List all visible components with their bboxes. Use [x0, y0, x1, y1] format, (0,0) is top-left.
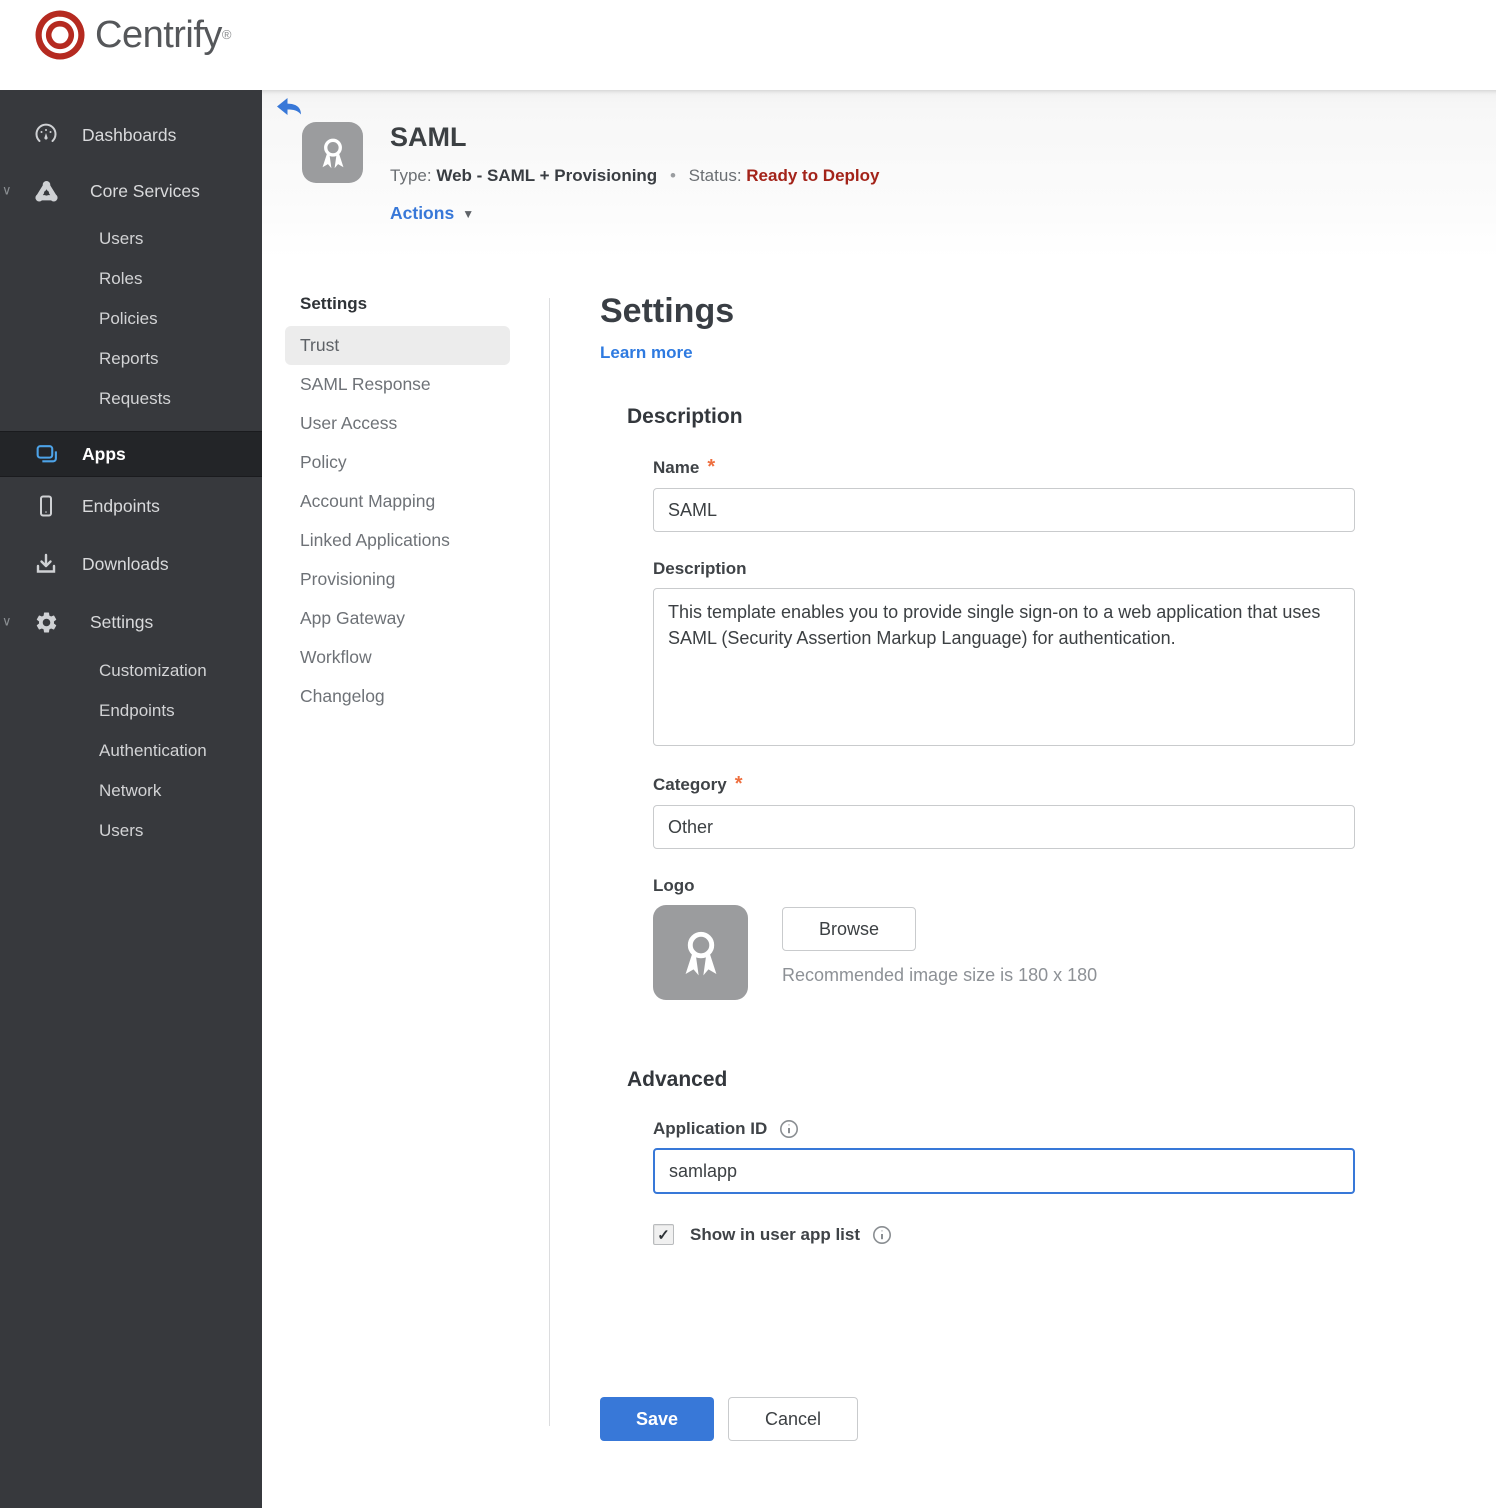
sidebar-item-dashboards[interactable]: Dashboards: [0, 107, 262, 163]
content-area: Settings Trust SAML Response User Access…: [262, 258, 1496, 1508]
status-label: Status:: [688, 166, 742, 185]
sidebar-item-label: Apps: [82, 443, 126, 464]
description-label: Description: [653, 559, 747, 578]
sidebar-item-downloads[interactable]: Downloads: [0, 535, 262, 593]
sidebar-item-label: Dashboards: [82, 124, 177, 145]
sidebar-item-network[interactable]: Network: [0, 771, 262, 811]
sidebar-item-label: Core Services: [90, 180, 200, 201]
type-label: Type:: [390, 166, 432, 185]
sidebar: Dashboards ∨ Core Services Users Roles P…: [0, 90, 262, 1508]
download-icon: [33, 551, 59, 577]
show-in-user-app-list-label: Show in user app list: [690, 1224, 861, 1244]
centrify-swirl-icon: [35, 10, 85, 60]
required-asterisk: *: [734, 773, 743, 795]
browse-button[interactable]: Browse: [782, 907, 916, 951]
actions-dropdown[interactable]: Actions ▼: [390, 203, 879, 224]
brand-name: Centrify: [95, 13, 222, 56]
info-icon[interactable]: [872, 1225, 892, 1245]
category-input[interactable]: [653, 805, 1355, 849]
centrify-logo: Centrify ®: [33, 8, 232, 62]
top-bar: Centrify ®: [0, 0, 1496, 90]
nav-item-policy[interactable]: Policy: [285, 443, 510, 482]
sidebar-item-reports[interactable]: Reports: [0, 339, 262, 379]
sidebar-item-core-services[interactable]: ∨ Core Services: [0, 163, 262, 219]
type-value: Web - SAML + Provisioning: [436, 166, 658, 185]
sidebar-item-label: Downloads: [82, 553, 169, 574]
page-title: Settings: [600, 292, 735, 330]
application-id-label: Application ID: [653, 1119, 1496, 1139]
sidebar-item-endpoints[interactable]: Endpoints: [0, 477, 262, 535]
advanced-section-header: Advanced: [627, 1068, 728, 1091]
app-logo-thumbnail: [302, 122, 363, 183]
actions-label: Actions: [390, 203, 455, 223]
sidebar-item-settings-endpoints[interactable]: Endpoints: [0, 691, 262, 731]
sidebar-item-settings[interactable]: ∨ Settings: [0, 593, 262, 651]
core-services-icon: [33, 178, 59, 204]
endpoints-device-icon: [33, 493, 59, 519]
cancel-button[interactable]: Cancel: [728, 1397, 858, 1441]
save-button[interactable]: Save: [600, 1397, 714, 1441]
nav-item-changelog[interactable]: Changelog: [285, 677, 510, 716]
name-label: Name *: [653, 456, 716, 478]
nav-item-app-gateway[interactable]: App Gateway: [285, 599, 510, 638]
app-header: SAML Type: Web - SAML + Provisioning • S…: [262, 90, 1496, 258]
sidebar-item-policies[interactable]: Policies: [0, 299, 262, 339]
status-value: Ready to Deploy: [746, 166, 880, 185]
caret-down-icon: ▼: [462, 206, 475, 221]
sidebar-item-requests[interactable]: Requests: [0, 379, 262, 419]
sidebar-item-customization[interactable]: Customization: [0, 651, 262, 691]
show-in-user-app-list-checkbox[interactable]: ✓: [653, 1224, 674, 1245]
brand-registered-mark: ®: [221, 27, 232, 42]
sidebar-item-settings-users[interactable]: Users: [0, 811, 262, 851]
nav-item-user-access[interactable]: User Access: [285, 404, 510, 443]
nav-item-saml-response[interactable]: SAML Response: [285, 365, 510, 404]
description-textarea[interactable]: This template enables you to provide sin…: [653, 588, 1355, 746]
main-region: SAML Type: Web - SAML + Provisioning • S…: [262, 90, 1496, 1508]
category-label: Category *: [653, 773, 743, 795]
nav-item-trust[interactable]: Trust: [285, 326, 510, 365]
nav-item-account-mapping[interactable]: Account Mapping: [285, 482, 510, 521]
chevron-down-icon: ∨: [2, 613, 12, 629]
info-icon[interactable]: [779, 1119, 799, 1139]
logo-preview: [653, 905, 748, 1000]
description-section-header: Description: [627, 405, 743, 428]
settings-form: Settings Learn more Description Name * D…: [550, 258, 1496, 1441]
back-arrow-button[interactable]: [276, 97, 302, 119]
apps-icon: [33, 441, 59, 467]
logo-label: Logo: [653, 876, 695, 895]
application-id-input[interactable]: [653, 1148, 1355, 1194]
sidebar-item-label: Settings: [90, 611, 154, 632]
nav-item-workflow[interactable]: Workflow: [285, 638, 510, 677]
sidebar-item-users[interactable]: Users: [0, 219, 262, 259]
sidebar-item-authentication[interactable]: Authentication: [0, 731, 262, 771]
learn-more-link[interactable]: Learn more: [600, 343, 693, 363]
sidebar-item-label: Endpoints: [82, 495, 160, 516]
gear-icon: [33, 609, 59, 635]
dot-separator: •: [669, 166, 676, 185]
dashboard-gauge-icon: [33, 122, 59, 148]
nav-item-linked-applications[interactable]: Linked Applications: [285, 521, 510, 560]
settings-nav-header: Settings: [300, 294, 368, 313]
sidebar-item-apps[interactable]: Apps: [0, 431, 262, 477]
settings-nav: Settings Trust SAML Response User Access…: [262, 258, 549, 716]
name-input[interactable]: [653, 488, 1355, 532]
app-title: SAML: [390, 122, 467, 152]
app-meta-line: Type: Web - SAML + Provisioning • Status…: [390, 166, 879, 186]
required-asterisk: *: [707, 456, 716, 478]
chevron-down-icon: ∨: [2, 182, 12, 198]
nav-item-provisioning[interactable]: Provisioning: [285, 560, 510, 599]
sidebar-item-roles[interactable]: Roles: [0, 259, 262, 299]
logo-size-hint: Recommended image size is 180 x 180: [782, 965, 1098, 985]
